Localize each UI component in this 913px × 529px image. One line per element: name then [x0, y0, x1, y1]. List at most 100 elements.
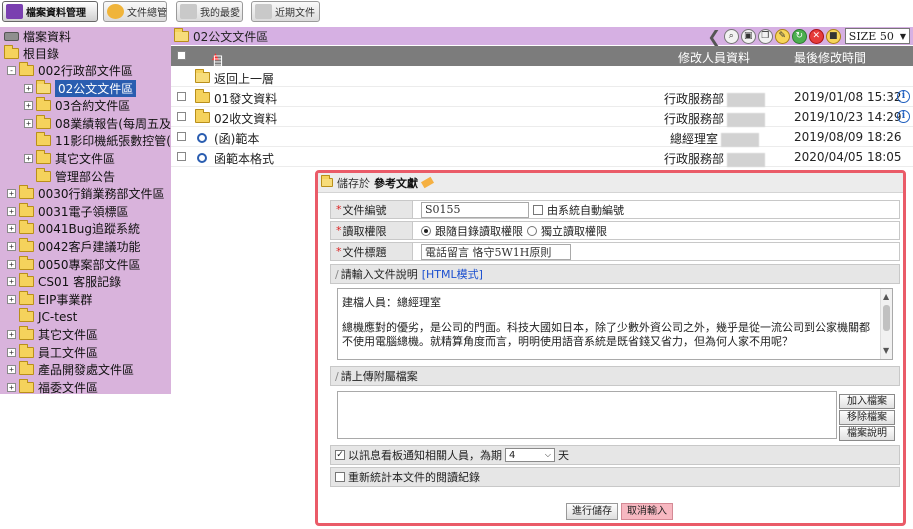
expand-icon[interactable]: +	[24, 118, 33, 128]
info-icon[interactable]: i	[897, 110, 910, 123]
expand-icon[interactable]: +	[7, 242, 16, 251]
expand-icon[interactable]: +	[7, 224, 16, 234]
search-icon[interactable]: ⌕	[723, 28, 739, 44]
tree-item[interactable]: +0030行銷業務部文件區	[7, 185, 165, 202]
folder-icon	[19, 361, 34, 376]
table-row[interactable]: 函範本格式 行政服務部 2020/04/05 18:05	[171, 147, 913, 167]
tab-recent-documents[interactable]: 近期文件	[251, 1, 320, 22]
tree-root-drive[interactable]: 檔案資料	[4, 28, 71, 45]
read-permission-value: 跟隨目錄讀取權限 獨立讀取權限	[414, 222, 899, 239]
tree-item-label: CS01 客服記錄	[38, 275, 122, 290]
row-checkbox[interactable]	[177, 132, 186, 141]
file-description-button[interactable]: 檔案說明	[839, 426, 895, 441]
copy-icon[interactable]: ❐	[757, 28, 773, 44]
redacted-name	[727, 152, 766, 167]
notify-checkbox[interactable]: ✓	[335, 450, 345, 460]
row-name[interactable]: 返回上一層	[214, 70, 274, 87]
table-row[interactable]: (函)範本 總經理室 2019/08/09 18:26	[171, 127, 913, 147]
html-mode-link[interactable]: [HTML模式]	[422, 266, 483, 282]
notify-days-select[interactable]: 4 ⌵	[505, 448, 555, 462]
select-all-checkbox[interactable]	[177, 51, 186, 60]
tree-item[interactable]: 11影印機紙張數控管(	[24, 132, 171, 149]
tree-item[interactable]: 管理部公告	[24, 167, 115, 185]
radio-follow-folder[interactable]	[421, 225, 431, 236]
move-icon[interactable]: ↻	[791, 28, 807, 44]
expand-icon[interactable]: +	[7, 365, 16, 375]
delete-icon[interactable]: ✕	[808, 28, 824, 44]
description-editor[interactable]: 建檔人員：總經理室 總機應對的優劣，是公司的門面。科技大國如日本，除了少數外資公…	[337, 288, 893, 360]
tree-item[interactable]: +0042客戶建議功能	[7, 238, 141, 255]
lock-icon[interactable]: ■	[825, 28, 841, 44]
expand-icon[interactable]: +	[24, 154, 33, 163]
row-name[interactable]: (函)範本	[214, 130, 259, 147]
expand-icon[interactable]: +	[7, 294, 16, 304]
radio-independent[interactable]	[527, 225, 537, 236]
cancel-button[interactable]: 取消輸入	[621, 503, 673, 520]
dialog-title-folder: 參考文獻	[374, 176, 418, 190]
tree-item[interactable]: +08業績報告(每周五及	[24, 114, 171, 132]
tree-item[interactable]: JC-test	[7, 308, 77, 325]
edit-folder-icon[interactable]	[420, 176, 435, 189]
tree-item[interactable]: +0031電子領標區	[7, 202, 129, 220]
table-row[interactable]: 02收文資料 行政服務部 2019/10/23 14:29 i	[171, 107, 913, 127]
folder-icon	[19, 255, 34, 270]
recount-checkbox[interactable]	[335, 472, 345, 482]
tree-item[interactable]: + 員工文件區	[7, 343, 98, 361]
table-row[interactable]: 01發文資料 行政服務部 2019/01/08 15:32 i	[171, 87, 913, 107]
tree-item[interactable]: - 002行政部文件區	[7, 62, 133, 79]
edit-icon[interactable]: ✎	[774, 28, 790, 44]
editor-scrollbar[interactable]: ▲ ▼	[880, 289, 892, 359]
save-button[interactable]: 進行儲存	[566, 503, 618, 520]
tree-item[interactable]: + 產品開發處文件區	[7, 361, 134, 378]
scroll-down-icon[interactable]: ▼	[883, 344, 889, 358]
collapse-arrow-icon[interactable]: ❮	[707, 27, 720, 46]
tab-favorites[interactable]: 我的最愛	[176, 1, 243, 22]
info-icon[interactable]: i	[897, 90, 910, 103]
row-checkbox[interactable]	[177, 112, 186, 121]
row-checkbox[interactable]	[177, 92, 186, 101]
expand-icon[interactable]: +	[24, 101, 33, 111]
row-name[interactable]: 01發文資料	[214, 90, 277, 107]
tab-archive-management[interactable]: 檔案資料管理	[2, 1, 98, 22]
expand-icon[interactable]: +	[7, 189, 16, 199]
column-modifier[interactable]: 修改人員資料	[678, 49, 750, 66]
column-modified-time[interactable]: 最後修改時間	[794, 49, 866, 66]
tree-item[interactable]: +03合約文件區	[24, 97, 130, 114]
tree-item[interactable]: + 其它文件區	[24, 150, 115, 167]
new-folder-icon[interactable]: ▣	[740, 28, 756, 44]
auto-number-checkbox[interactable]	[533, 204, 543, 215]
tree-item[interactable]: +0050專案部文件區	[7, 255, 141, 273]
notify-label: 以訊息看板通知相關人員，為期	[348, 449, 502, 462]
tree-root[interactable]: 根目錄	[4, 45, 59, 62]
tab-label: 近期文件	[275, 8, 315, 19]
attachment-list[interactable]	[337, 391, 837, 439]
tree-item[interactable]: + EIP事業群	[7, 290, 92, 308]
remove-file-button[interactable]: 移除檔案	[839, 410, 895, 425]
row-modifier: 總經理室	[670, 130, 760, 147]
add-file-button[interactable]: 加入檔案	[839, 394, 895, 409]
collapse-icon[interactable]: -	[7, 66, 16, 75]
subject-input[interactable]: 電話留言 恪守5W1H原則	[421, 243, 571, 260]
tree-item[interactable]: +02公文文件區	[24, 79, 137, 97]
tree-item[interactable]: +0041Bug追蹤系統	[7, 220, 140, 237]
expand-icon[interactable]: +	[7, 277, 16, 287]
row-name[interactable]: 函範本格式	[214, 150, 274, 167]
expand-icon[interactable]: +	[7, 382, 16, 392]
tab-document-explorer[interactable]: 文件總管	[103, 1, 167, 22]
row-name[interactable]: 02收文資料	[214, 110, 277, 127]
expand-icon[interactable]: +	[7, 347, 16, 357]
table-row[interactable]: 返回上一層	[171, 67, 913, 87]
doc-number-input[interactable]: S0155	[421, 201, 529, 218]
scroll-thumb[interactable]	[883, 305, 890, 331]
folder-icon	[195, 89, 210, 103]
tree-item[interactable]: + 其它文件區	[7, 326, 98, 343]
scroll-up-icon[interactable]: ▲	[883, 290, 889, 304]
expand-icon[interactable]: +	[24, 83, 33, 93]
page-size-select[interactable]: SIZE 50 ▼	[844, 28, 910, 44]
expand-icon[interactable]: +	[7, 330, 16, 339]
tree-item[interactable]: + 福委文件區	[7, 378, 98, 394]
expand-icon[interactable]: +	[7, 206, 16, 216]
expand-icon[interactable]: +	[7, 259, 16, 269]
tree-item[interactable]: + CS01 客服記錄	[7, 273, 121, 290]
row-checkbox[interactable]	[177, 152, 186, 161]
